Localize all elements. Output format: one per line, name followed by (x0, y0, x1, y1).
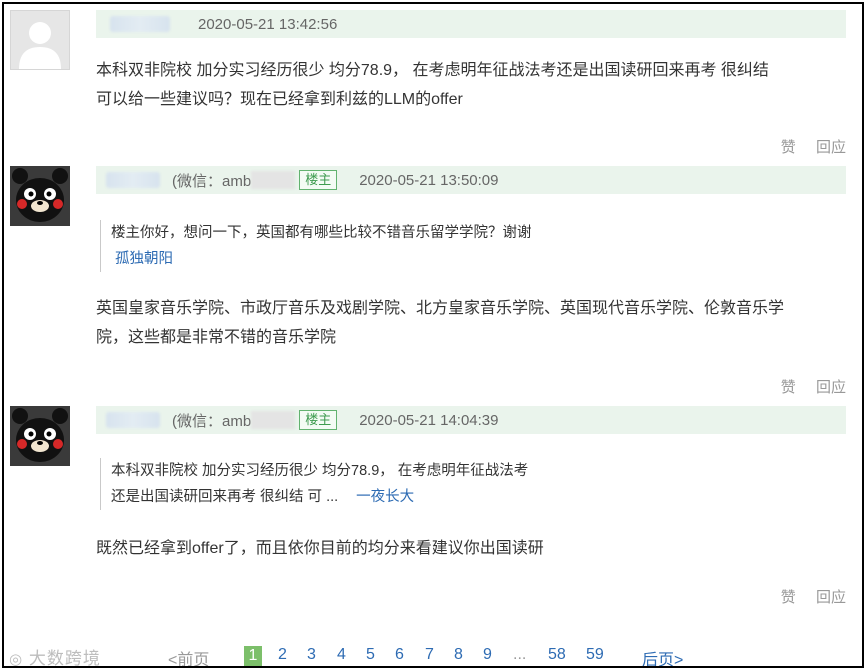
quote-author-link[interactable]: 孤独朝阳 (115, 251, 173, 267)
next-page-button[interactable]: 后页> (642, 646, 683, 666)
comment-time: 2020-05-21 13:50:09 (359, 171, 499, 189)
comment-body: 既然已经拿到offer了，而且依你目前的均分来看建议你出国读研 (96, 540, 544, 557)
comment-thread: 2020-05-21 13:42:56 本科双非院校 加分实习经历很少 均分78… (2, 2, 864, 668)
pagination: <前页 1 2 3 4 5 6 7 8 9 ... 58 59 后页> (4, 646, 862, 666)
page-link[interactable]: 2 (278, 646, 287, 664)
comment-header: 2020-05-21 13:42:56 (96, 10, 846, 38)
comment-actions: 赞 回应 (765, 136, 846, 157)
page-link[interactable]: 8 (454, 646, 463, 664)
page-link[interactable]: 9 (483, 646, 492, 664)
comment-time: 2020-05-21 13:42:56 (198, 15, 338, 33)
page-current: 1 (244, 646, 262, 666)
page-link[interactable]: 4 (337, 646, 346, 664)
reply-button[interactable]: 回应 (816, 379, 846, 396)
bear-avatar-icon[interactable] (10, 166, 70, 226)
reply-button[interactable]: 回应 (816, 589, 846, 606)
wechat-label: (微信：amb (172, 172, 252, 190)
blurred-username[interactable] (110, 16, 170, 32)
comment-header: (微信：amb 楼主 2020-05-21 13:50:09 (96, 166, 846, 194)
like-button[interactable]: 赞 (781, 379, 796, 396)
quoted-reply: 本科双非院校 加分实习经历很少 均分78.9， 在考虑明年征战法考 还是出国读研… (100, 458, 832, 510)
blurred-wechat-id (251, 171, 296, 189)
comment-header: (微信：amb 楼主 2020-05-21 14:04:39 (96, 406, 846, 434)
page-link[interactable]: 5 (366, 646, 375, 664)
page-link[interactable]: 6 (395, 646, 404, 664)
prev-page-button[interactable]: <前页 (168, 646, 209, 666)
comment-actions: 赞 回应 (765, 376, 846, 397)
quote-author-link[interactable]: 一夜长大 (356, 489, 414, 505)
quoted-reply: 楼主你好，想问一下，英国都有哪些比较不错音乐留学学院？谢谢 孤独朝阳 (100, 220, 832, 272)
page-link[interactable]: 58 (548, 646, 566, 664)
page-link[interactable]: 7 (425, 646, 434, 664)
default-avatar-icon[interactable] (10, 10, 70, 70)
like-button[interactable]: 赞 (781, 139, 796, 156)
comment-body: 英国皇家音乐学院、市政厅音乐及戏剧学院、北方皇家音乐学院、英国现代音乐学院、伦敦… (96, 300, 785, 346)
reply-button[interactable]: 回应 (816, 139, 846, 156)
blurred-wechat-id (251, 411, 296, 429)
wechat-label: (微信：amb (172, 412, 252, 430)
comment-actions: 赞 回应 (765, 586, 846, 607)
like-button[interactable]: 赞 (781, 589, 796, 606)
op-badge: 楼主 (299, 410, 338, 430)
bear-avatar-icon[interactable] (10, 406, 70, 466)
blurred-username[interactable] (106, 172, 160, 188)
page-link[interactable]: 59 (586, 646, 604, 664)
blurred-username[interactable] (106, 412, 160, 428)
op-badge: 楼主 (299, 170, 338, 190)
comment-time: 2020-05-21 14:04:39 (359, 411, 499, 429)
comment-body: 本科双非院校 加分实习经历很少 均分78.9， 在考虑明年征战法考还是出国读研回… (96, 62, 769, 108)
page-ellipsis: ... (513, 646, 527, 663)
page-link[interactable]: 3 (307, 646, 316, 664)
